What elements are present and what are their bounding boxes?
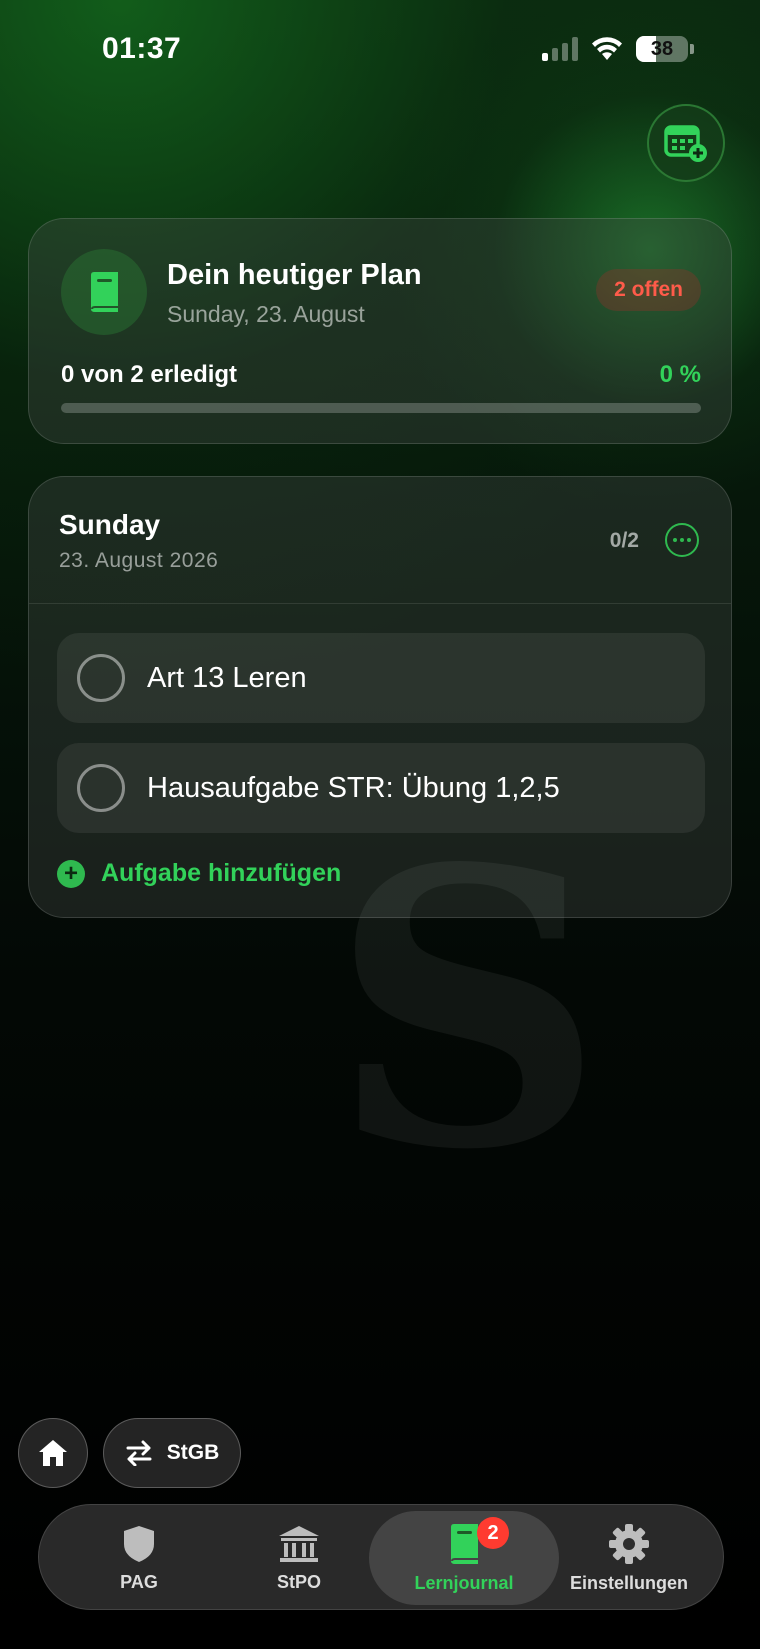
divider — [29, 603, 731, 604]
status-time: 01:37 — [102, 32, 182, 65]
add-task-label: Aufgabe hinzufügen — [101, 859, 342, 887]
plus-circle-icon: + — [57, 859, 85, 888]
tab-bar: PAG StPO Lernjournal 2 Einstellungen — [38, 1504, 724, 1610]
task-item[interactable]: Art 13 Leren — [57, 633, 705, 723]
law-label: StGB — [166, 1441, 220, 1464]
courthouse-icon — [279, 1525, 319, 1562]
ellipsis-icon-dot — [680, 538, 684, 542]
cellular-signal-icon — [542, 37, 578, 61]
progress-bar — [61, 403, 701, 413]
book-icon — [451, 1523, 478, 1564]
more-options-button[interactable] — [665, 523, 699, 557]
plan-date: Sunday, 23. August — [167, 301, 365, 327]
swap-arrows-icon — [126, 1440, 152, 1466]
day-title: Sunday — [59, 509, 161, 540]
calendar-plus-icon — [664, 125, 707, 162]
book-icon — [91, 272, 118, 312]
task-checkbox[interactable] — [77, 654, 125, 702]
day-task-count: 0/2 — [609, 529, 639, 552]
battery-cap — [690, 44, 694, 54]
home-button[interactable] — [18, 1418, 88, 1488]
tab-label: Einstellungen — [569, 1572, 688, 1593]
day-date: 23. August 2026 — [59, 549, 219, 572]
tab-label: PAG — [120, 1571, 158, 1592]
plan-title: Dein heutiger Plan — [167, 259, 422, 291]
progress-text: 0 von 2 erledigt — [61, 361, 238, 388]
task-label: Art 13 Leren — [147, 661, 307, 694]
notification-badge: 2 — [477, 1517, 509, 1549]
tab-pag[interactable]: PAG — [79, 1505, 199, 1611]
tab-label: StPO — [276, 1571, 321, 1592]
ellipsis-icon-dot — [673, 538, 677, 542]
law-switch-button[interactable]: StGB — [103, 1418, 241, 1488]
shield-icon — [124, 1525, 154, 1562]
gear-icon — [609, 1523, 649, 1564]
task-checkbox[interactable] — [77, 764, 125, 812]
tab-lernjournal[interactable]: Lernjournal 2 — [369, 1511, 559, 1605]
home-icon — [39, 1440, 67, 1466]
tab-label: Lernjournal — [414, 1572, 514, 1593]
wifi-icon — [592, 37, 622, 60]
background-watermark: S — [330, 786, 605, 1233]
battery-indicator: 38 — [636, 36, 688, 62]
daily-plan-card[interactable]: Dein heutiger Plan Sunday, 23. August 2 … — [28, 218, 732, 444]
plan-book-icon-container — [61, 249, 147, 335]
ellipsis-icon-dot — [687, 538, 691, 542]
tab-einstellungen[interactable]: Einstellungen — [549, 1505, 709, 1611]
add-task-button[interactable]: + Aufgabe hinzufügen — [57, 859, 341, 888]
battery-level: 38 — [650, 37, 674, 60]
open-tasks-badge: 2 offen — [596, 269, 701, 311]
status-indicators: 38 — [542, 36, 694, 62]
tab-stpo[interactable]: StPO — [239, 1505, 359, 1611]
add-calendar-entry-button[interactable] — [647, 104, 725, 182]
progress-percent: 0 % — [659, 361, 701, 388]
